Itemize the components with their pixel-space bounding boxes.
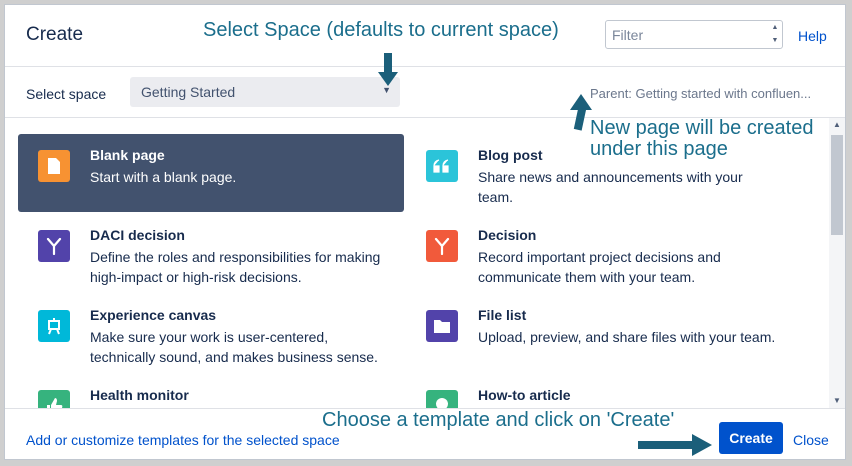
annotation-new-page: New page will be created under this page <box>590 118 813 160</box>
template-description: Record important project decisions and c… <box>478 249 721 285</box>
template-name: File list <box>478 307 527 323</box>
space-select[interactable]: Getting Started ▼ <box>130 77 400 107</box>
template-description: Make sure your work is user-centered, te… <box>90 329 378 365</box>
template-item[interactable]: Experience canvas Make sure your work is … <box>18 294 404 372</box>
annotation-new-page-line2: under this page <box>590 138 728 160</box>
template-name: DACI decision <box>90 227 185 243</box>
space-select-value: Getting Started <box>141 84 236 100</box>
parent-page-label: Parent: Getting started with confluen... <box>590 86 812 101</box>
lightbulb-icon <box>426 390 458 408</box>
template-item[interactable]: How-to articleProvide step-by-step guida… <box>406 374 792 408</box>
annotation-select-space: Select Space (defaults to current space) <box>203 19 559 41</box>
help-link[interactable]: Help <box>798 28 827 44</box>
create-dialog: Create ▲ ▼ Help Select space Getting Sta… <box>4 4 846 460</box>
template-description: Upload, preview, and share files with yo… <box>478 329 776 345</box>
template-description: Share news and announcements with your t… <box>478 169 743 205</box>
filter-spinner[interactable]: ▲ ▼ <box>769 23 781 46</box>
template-name: Decision <box>478 227 537 243</box>
template-item[interactable]: DACI decision Define the roles and respon… <box>18 214 404 292</box>
customize-templates-link[interactable]: Add or customize templates for the selec… <box>26 432 340 448</box>
filter-field[interactable]: ▲ ▼ <box>605 20 783 49</box>
space-row: Select space Getting Started ▼ Parent: G… <box>5 67 845 118</box>
right-arrow-icon <box>638 434 712 456</box>
template-item[interactable]: Blank page Start with a blank page. <box>18 134 404 212</box>
filter-input[interactable] <box>606 21 766 48</box>
spinner-down-icon[interactable]: ▼ <box>772 36 779 46</box>
template-scrollbar[interactable]: ▲ ▼ <box>829 118 845 408</box>
close-link[interactable]: Close <box>793 432 829 448</box>
scroll-thumb[interactable] <box>831 135 843 235</box>
down-arrow-icon <box>378 53 398 86</box>
template-name: Experience canvas <box>90 307 217 323</box>
quote-icon <box>426 150 458 182</box>
template-name: Blank page <box>90 147 165 163</box>
branch-icon <box>426 230 458 262</box>
dialog-title: Create <box>26 24 84 45</box>
thumbs-up-icon <box>38 390 70 408</box>
template-item[interactable]: Health monitorTrack the health of your p… <box>18 374 404 408</box>
template-item[interactable]: File list Upload, preview, and share file… <box>406 294 792 372</box>
template-description: Start with a blank page. <box>90 169 237 185</box>
template-name: Health monitor <box>90 387 189 403</box>
annotation-choose-template: Choose a template and click on 'Create' <box>322 409 675 431</box>
spinner-up-icon[interactable]: ▲ <box>772 23 779 33</box>
folder-icon <box>426 310 458 342</box>
template-item[interactable]: Decision Record important project decisio… <box>406 214 792 292</box>
select-space-label: Select space <box>26 86 107 102</box>
branch-icon <box>38 230 70 262</box>
template-name: How-to article <box>478 387 571 403</box>
scroll-down-icon[interactable]: ▼ <box>829 394 845 408</box>
create-button[interactable]: Create <box>719 422 783 454</box>
scroll-up-icon[interactable]: ▲ <box>829 118 845 132</box>
up-arrow-icon <box>570 94 592 131</box>
template-name: Blog post <box>478 147 543 163</box>
template-description: Define the roles and responsibilities fo… <box>90 249 381 285</box>
template-list: Blank page Start with a blank page. Blog p… <box>5 118 845 408</box>
document-icon <box>38 150 70 182</box>
annotation-new-page-line1: New page will be created <box>590 117 814 139</box>
canvas-icon <box>38 310 70 342</box>
